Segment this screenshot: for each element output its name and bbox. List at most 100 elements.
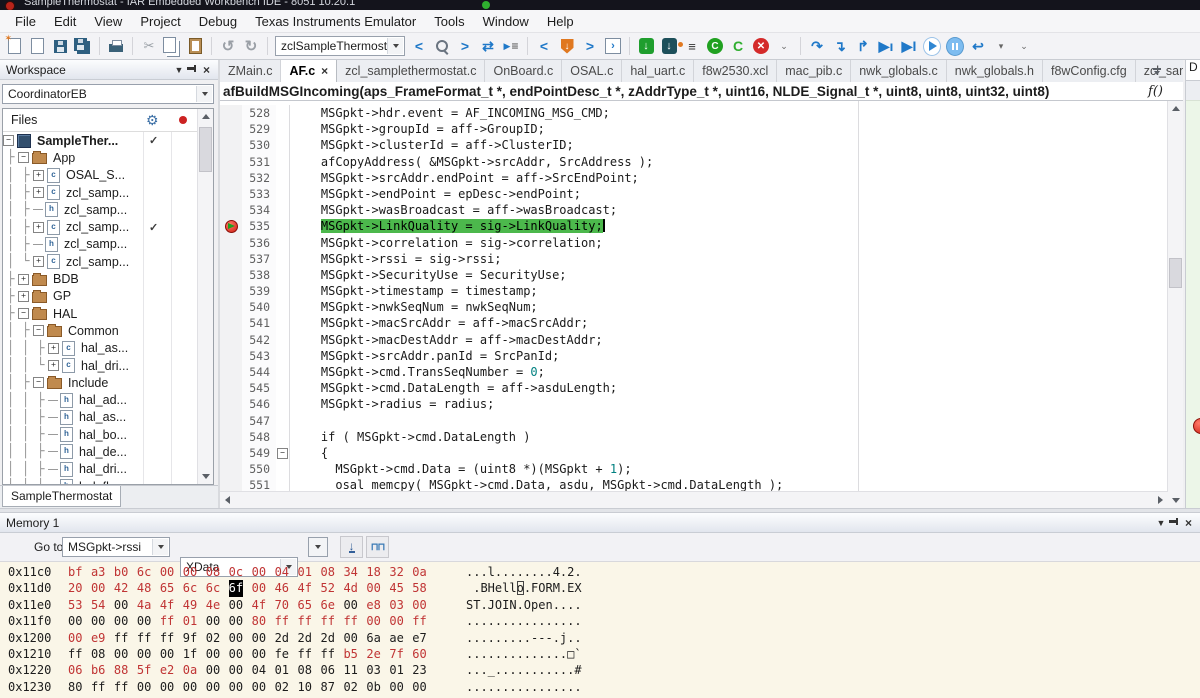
breakpoint-gutter[interactable] bbox=[220, 299, 242, 316]
memory-close-icon[interactable]: × bbox=[1185, 516, 1192, 530]
run-to-cursor-icon[interactable]: ▶I bbox=[900, 37, 918, 55]
memory-byte[interactable]: 4e bbox=[206, 597, 220, 613]
memory-byte[interactable]: 4f bbox=[298, 580, 312, 596]
memory-menu-icon[interactable]: ▼ bbox=[1153, 518, 1169, 528]
breakpoint-gutter[interactable] bbox=[220, 380, 242, 397]
tab-list-icon[interactable] bbox=[1149, 63, 1165, 79]
collapse-icon[interactable]: − bbox=[33, 325, 44, 337]
memory-byte[interactable]: 48 bbox=[137, 580, 151, 596]
goto-address-combobox[interactable]: MSGpkt->rssi bbox=[62, 537, 170, 557]
debug-toolbar-overflow-icon[interactable]: ⌄ bbox=[1015, 37, 1033, 55]
gear-icon[interactable]: ⚙ bbox=[146, 112, 159, 129]
editor-tab-f8w2530.xcl[interactable]: f8w2530.xcl bbox=[694, 60, 778, 82]
editor-tab-nwk_globals.h[interactable]: nwk_globals.h bbox=[946, 60, 1043, 82]
memory-byte[interactable]: 00 bbox=[137, 613, 151, 629]
memory-byte[interactable]: 6c bbox=[137, 564, 151, 580]
memory-byte[interactable]: 18 bbox=[366, 564, 380, 580]
memory-byte[interactable]: 80 bbox=[252, 613, 266, 629]
editor-horizontal-scrollbar[interactable] bbox=[220, 491, 1168, 508]
memory-byte[interactable]: b0 bbox=[114, 564, 128, 580]
goto-dropdown-icon[interactable] bbox=[152, 539, 168, 555]
memory-byte[interactable]: 00 bbox=[252, 679, 266, 695]
memory-byte[interactable]: 20 bbox=[68, 580, 82, 596]
new-file-icon[interactable] bbox=[5, 33, 23, 55]
memory-byte[interactable]: ff bbox=[114, 679, 128, 695]
menu-item-debug[interactable]: Debug bbox=[190, 12, 246, 31]
tree-item-zcl-samp-[interactable]: │ ├ h zcl_samp... bbox=[3, 236, 198, 253]
memory-byte[interactable]: ff bbox=[137, 630, 151, 646]
debug-without-download-icon[interactable]: ↓ bbox=[660, 37, 678, 55]
memory-byte[interactable]: ff bbox=[298, 646, 312, 662]
memory-byte[interactable]: 52 bbox=[320, 580, 334, 596]
scroll-down-icon[interactable] bbox=[198, 469, 213, 484]
memory-byte[interactable]: 2e bbox=[366, 646, 380, 662]
memory-byte[interactable]: ff bbox=[160, 613, 174, 629]
code-line-537[interactable]: 537 MSGpkt->rssi = sig->rssi; bbox=[220, 250, 1168, 267]
memory-byte[interactable]: 02 bbox=[206, 630, 220, 646]
memory-byte[interactable]: 00 bbox=[137, 679, 151, 695]
memory-byte[interactable]: 2d bbox=[275, 630, 289, 646]
memory-pin-icon[interactable] bbox=[1168, 517, 1178, 528]
memory-byte[interactable]: ff bbox=[275, 613, 289, 629]
memory-byte[interactable]: fe bbox=[275, 646, 289, 662]
undo-icon[interactable]: ↺ bbox=[219, 37, 237, 55]
menu-item-project[interactable]: Project bbox=[131, 12, 189, 31]
tree-item-OSAL-S-[interactable]: │ ├ + c OSAL_S... bbox=[3, 167, 198, 184]
memory-byte[interactable]: 6c bbox=[183, 580, 197, 596]
quick-search-combobox[interactable]: zclSampleThermost bbox=[275, 36, 405, 56]
copy-icon[interactable] bbox=[162, 36, 181, 55]
breakpoint-gutter[interactable] bbox=[220, 250, 242, 267]
memory-byte[interactable]: 00 bbox=[366, 613, 380, 629]
memory-byte[interactable]: 4d bbox=[343, 580, 357, 596]
code-line-542[interactable]: 542 MSGpkt->macDestAddr = aff->macDestAd… bbox=[220, 331, 1168, 348]
memory-byte[interactable]: 00 bbox=[343, 630, 357, 646]
breakpoint-gutter[interactable] bbox=[220, 121, 242, 138]
set-data-breakpoint-icon[interactable]: ↓ bbox=[340, 536, 363, 558]
memory-byte[interactable]: ff bbox=[320, 646, 334, 662]
breakpoint-gutter[interactable] bbox=[220, 185, 242, 203]
memory-row-0x11f0[interactable]: 0x11f0 00 00 00 00 ff 01 00 00 80 ff ff ff ff 00 00 ff..… bbox=[0, 613, 1200, 629]
menu-item-help[interactable]: Help bbox=[538, 12, 583, 31]
expand-icon[interactable]: + bbox=[33, 256, 44, 268]
breakpoint-gutter[interactable] bbox=[220, 153, 242, 170]
next-statement-icon[interactable]: ▶ı bbox=[877, 37, 895, 55]
memory-byte[interactable]: 00 bbox=[91, 580, 105, 596]
fold-collapse-icon[interactable]: − bbox=[277, 447, 288, 459]
tree-item-zcl-samp-[interactable]: │ ├ h zcl_samp... bbox=[3, 201, 198, 218]
memory-byte[interactable]: 00 bbox=[389, 679, 403, 695]
memory-byte[interactable]: e2 bbox=[160, 662, 174, 678]
configuration-combobox[interactable]: CoordinatorEB bbox=[2, 84, 214, 104]
tree-item-hal-ad-[interactable]: │ │ ├ h hal_ad... bbox=[3, 391, 198, 408]
memory-options-dropdown-icon[interactable] bbox=[308, 537, 328, 557]
memory-byte[interactable]: 00 bbox=[206, 662, 220, 678]
memory-byte[interactable]: 00 bbox=[229, 597, 243, 613]
scrollbar-thumb[interactable] bbox=[1169, 258, 1182, 288]
navigate-forward-icon[interactable]: > bbox=[581, 37, 599, 55]
memory-byte[interactable]: 00 bbox=[114, 646, 128, 662]
step-out-icon[interactable]: ↱ bbox=[854, 37, 872, 55]
menu-item-file[interactable]: File bbox=[6, 12, 45, 31]
memory-byte[interactable]: 00 bbox=[343, 597, 357, 613]
memory-byte[interactable]: 00 bbox=[183, 679, 197, 695]
memory-byte[interactable]: 87 bbox=[320, 679, 334, 695]
tree-item-hal-fla-[interactable]: ││├hhal_fla... bbox=[3, 478, 198, 484]
memory-byte[interactable]: 04 bbox=[252, 662, 266, 678]
memory-refresh-icon[interactable]: ⊓⊓ bbox=[366, 536, 389, 558]
tree-item-zcl-samp-[interactable]: │ ├ + c zcl_samp... ✓ bbox=[3, 218, 198, 235]
toolbar-overflow-icon[interactable]: ⌄ bbox=[775, 37, 793, 55]
open-file-icon[interactable] bbox=[28, 37, 46, 55]
code-line-549[interactable]: 549− { bbox=[220, 444, 1168, 462]
workspace-close-icon[interactable]: × bbox=[203, 63, 210, 77]
code-line-540[interactable]: 540 MSGpkt->nwkSeqNum = nwkSeqNum; bbox=[220, 299, 1168, 316]
memory-byte[interactable]: ff bbox=[68, 646, 82, 662]
memory-byte[interactable]: 00 bbox=[229, 662, 243, 678]
memory-byte[interactable]: ff bbox=[412, 613, 426, 629]
expand-icon[interactable]: + bbox=[33, 169, 44, 181]
scroll-left-icon[interactable] bbox=[220, 492, 235, 508]
tree-item-hal-dri-[interactable]: │ │ ├ h hal_dri... bbox=[3, 461, 198, 478]
tree-item-GP[interactable]: ├ + GP bbox=[3, 288, 198, 305]
tree-item-HAL[interactable]: ├ − HAL bbox=[3, 305, 198, 322]
code-line-539[interactable]: 539 MSGpkt->timestamp = timestamp; bbox=[220, 283, 1168, 300]
memory-byte[interactable]: 80 bbox=[68, 679, 82, 695]
breakpoint-gutter[interactable] bbox=[220, 315, 242, 332]
